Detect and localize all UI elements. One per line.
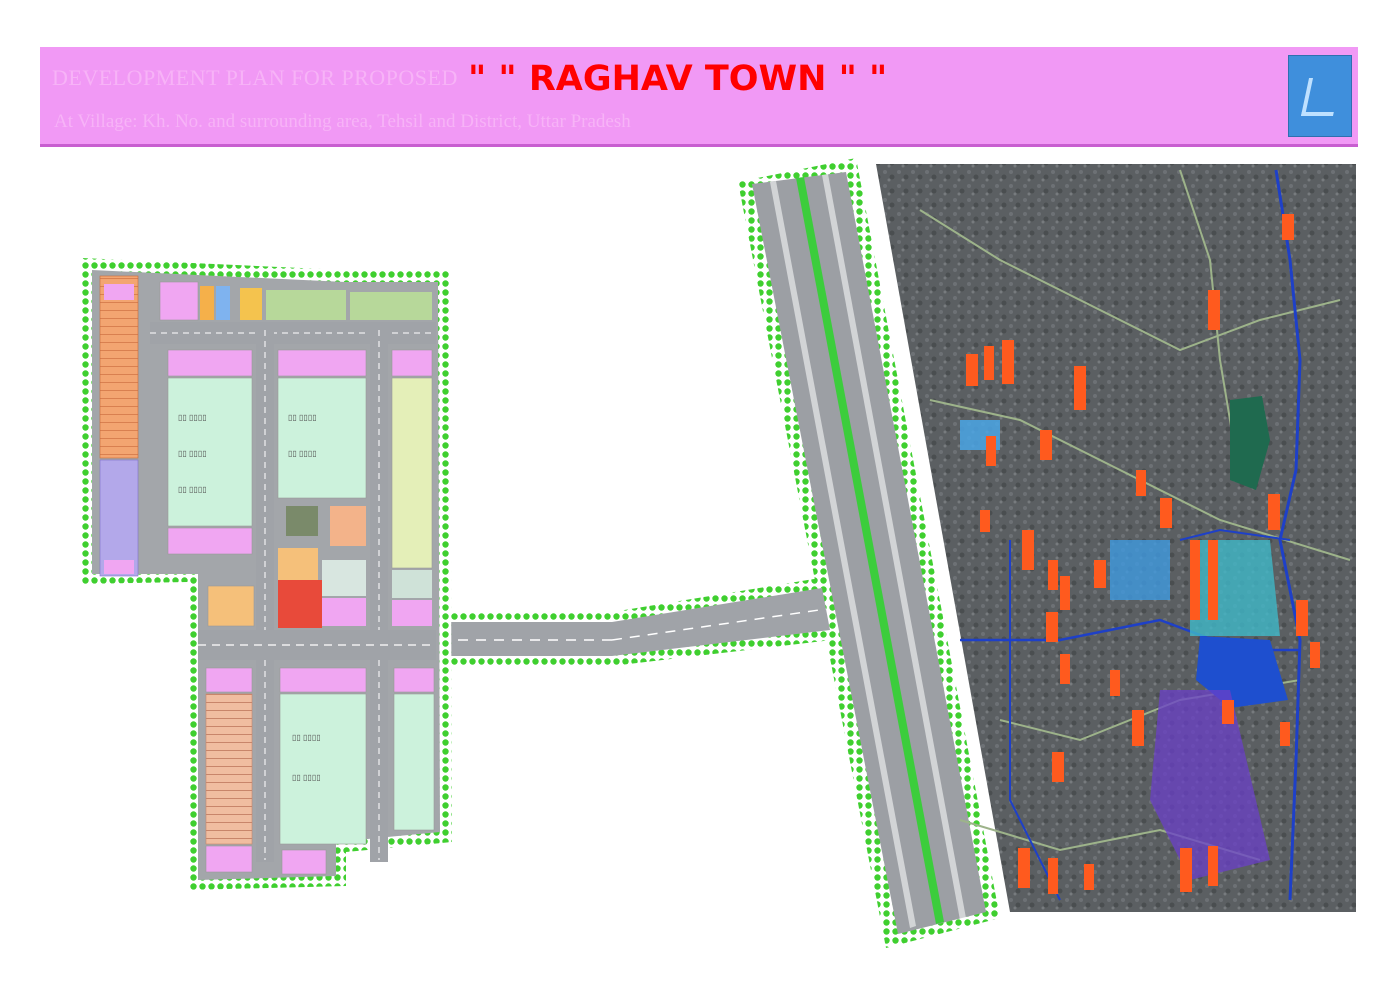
svg-text:▯▯ ▯▯▯▯: ▯▯ ▯▯▯▯ (288, 413, 317, 422)
open-space-top (266, 290, 346, 320)
svg-text:▯▯ ▯▯▯▯: ▯▯ ▯▯▯▯ (178, 413, 207, 422)
plot-block-west-upper (99, 275, 139, 459)
svg-text:▯▯ ▯▯▯▯: ▯▯ ▯▯▯▯ (178, 485, 207, 494)
svg-text:▯▯ ▯▯▯▯: ▯▯ ▯▯▯▯ (292, 773, 321, 782)
plot-block-a: ▯▯ ▯▯▯▯ ▯▯ ▯▯▯▯ ▯▯ ▯▯▯▯ (167, 349, 253, 555)
svg-text:▯▯ ▯▯▯▯: ▯▯ ▯▯▯▯ (292, 733, 321, 742)
plot-block-b: ▯▯ ▯▯▯▯ ▯▯ ▯▯▯▯ (277, 349, 367, 628)
commercial-plot-west (207, 585, 255, 627)
site-map: ▯▯ ▯▯▯▯ ▯▯ ▯▯▯▯ ▯▯ ▯▯▯▯ ▯▯ ▯▯▯▯ ▯▯ ▯▯▯▯ (82, 158, 1356, 948)
plot-block-d (205, 667, 253, 873)
svg-text:▯▯ ▯▯▯▯: ▯▯ ▯▯▯▯ (288, 449, 317, 458)
svg-text:▯▯ ▯▯▯▯: ▯▯ ▯▯▯▯ (178, 449, 207, 458)
plot-block-f (393, 667, 435, 831)
commercial-plot (330, 506, 366, 546)
cyan-zone (1190, 540, 1280, 636)
park-feature (286, 506, 318, 536)
layout-plan: ▯▯ ▯▯▯▯ ▯▯ ▯▯▯▯ ▯▯ ▯▯▯▯ ▯▯ ▯▯▯▯ ▯▯ ▯▯▯▯ (82, 258, 452, 890)
plot-block-west-lower (99, 459, 139, 577)
plot-block-e: ▯▯ ▯▯▯▯ ▯▯ ▯▯▯▯ (279, 667, 367, 875)
plot-block-c (391, 349, 433, 626)
amenity-plot (278, 580, 322, 628)
plot-corner (104, 284, 134, 300)
plot-top (159, 281, 199, 321)
